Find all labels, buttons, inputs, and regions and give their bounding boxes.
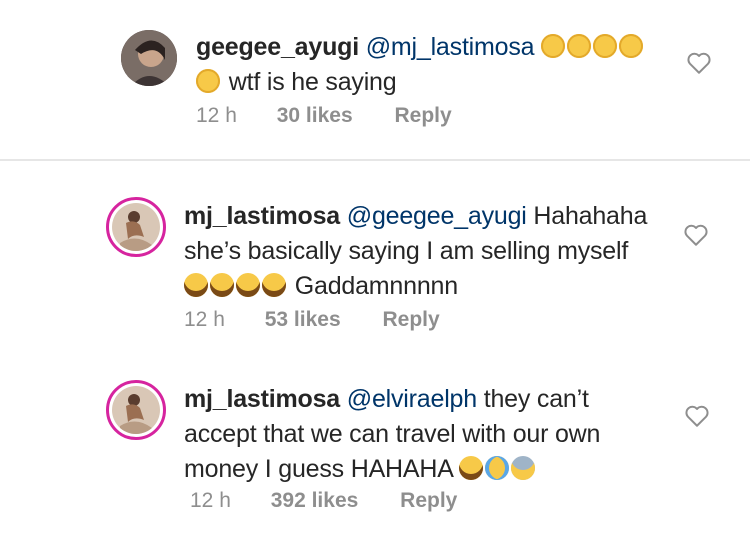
laughing-emoji bbox=[459, 456, 484, 480]
comment-username[interactable]: mj_lastimosa bbox=[184, 385, 340, 413]
comment-body: accept that we can travel with our own bbox=[184, 420, 601, 448]
comment-mention[interactable]: @mj_lastimosa bbox=[366, 33, 535, 61]
laughing-emoji bbox=[210, 273, 234, 297]
comment-text: mj_lastimosa @geegee_ayugi Hahahaha she’… bbox=[184, 199, 647, 304]
reply-button[interactable]: Reply bbox=[400, 489, 457, 512]
crying-emoji bbox=[485, 456, 510, 480]
comment-timestamp: 12 h bbox=[196, 104, 237, 127]
comment-body: Gaddamnnnnn bbox=[294, 272, 458, 300]
heart-icon[interactable] bbox=[684, 404, 710, 428]
avatar[interactable] bbox=[121, 30, 177, 86]
divider bbox=[0, 159, 750, 161]
heart-icon[interactable] bbox=[683, 223, 709, 247]
comment-meta: 12 h 53 likes Reply bbox=[184, 308, 476, 332]
comment-meta: 12 h 392 likes Reply bbox=[190, 489, 493, 513]
profile-photo bbox=[112, 203, 160, 251]
profile-photo bbox=[112, 386, 160, 434]
laughing-emoji bbox=[262, 273, 286, 297]
heart-icon[interactable] bbox=[686, 51, 712, 75]
comment-text: geegee_ayugi @mj_lastimosa wtf is he say… bbox=[196, 30, 645, 100]
comment-body: she’s basically saying I am selling myse… bbox=[184, 237, 629, 265]
avatar[interactable] bbox=[106, 380, 166, 440]
comment-mention[interactable]: @geegee_ayugi bbox=[347, 202, 527, 230]
comment-body: they can’t bbox=[483, 385, 589, 413]
comment-body: wtf is he saying bbox=[228, 68, 397, 96]
comment-username[interactable]: mj_lastimosa bbox=[184, 202, 340, 230]
flushed-emoji bbox=[567, 34, 592, 58]
anxious-emoji bbox=[511, 456, 536, 480]
flushed-emoji bbox=[196, 69, 220, 93]
avatar[interactable] bbox=[106, 197, 166, 257]
comment-timestamp: 12 h bbox=[190, 489, 231, 512]
flushed-emoji bbox=[619, 34, 644, 58]
likes-count[interactable]: 392 likes bbox=[271, 489, 359, 512]
comment-mention[interactable]: @elviraelph bbox=[347, 385, 477, 413]
comment-body: Hahahaha bbox=[533, 202, 648, 230]
laughing-emoji bbox=[236, 273, 260, 297]
comment-text: mj_lastimosa @elviraelph they can’t acce… bbox=[184, 382, 600, 487]
comment-username[interactable]: geegee_ayugi bbox=[196, 33, 359, 61]
comment-meta: 12 h 30 likes Reply bbox=[196, 104, 488, 128]
flushed-emoji bbox=[593, 34, 618, 58]
laughing-emoji bbox=[184, 273, 208, 297]
likes-count[interactable]: 53 likes bbox=[265, 308, 341, 331]
reply-button[interactable]: Reply bbox=[382, 308, 439, 331]
reply-button[interactable]: Reply bbox=[394, 104, 451, 127]
profile-photo bbox=[121, 30, 177, 86]
likes-count[interactable]: 30 likes bbox=[277, 104, 353, 127]
flushed-emoji bbox=[541, 34, 566, 58]
comment-timestamp: 12 h bbox=[184, 308, 225, 331]
comment-body: money I guess HAHAHA bbox=[184, 455, 453, 483]
